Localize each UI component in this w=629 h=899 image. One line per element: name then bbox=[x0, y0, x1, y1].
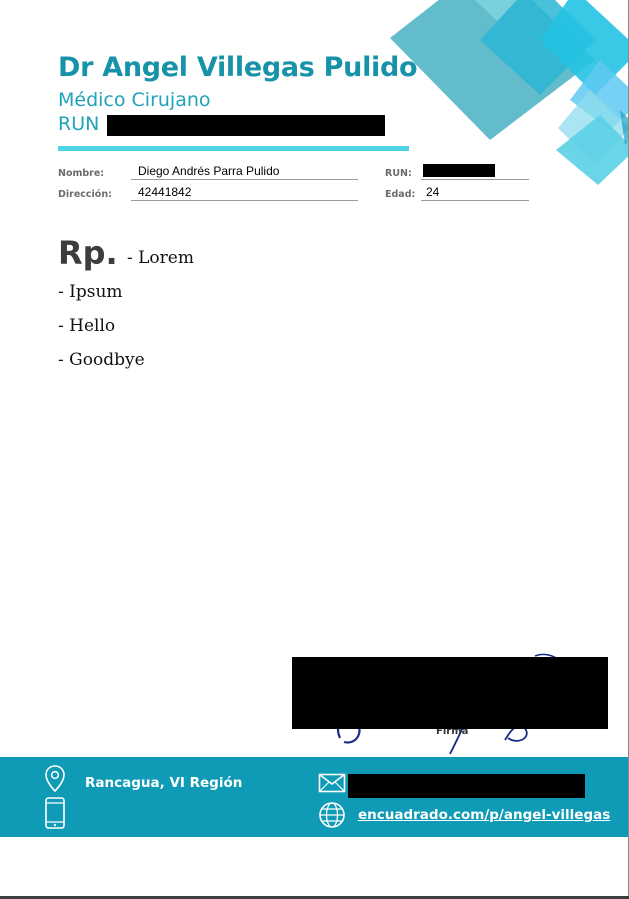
envelope-icon bbox=[318, 773, 346, 793]
patient-address-value: 42441842 bbox=[138, 185, 192, 199]
prescription-page: Dr Angel Villegas Pulido Médico Cirujano… bbox=[0, 0, 629, 899]
rx-item-3: - Hello bbox=[58, 316, 116, 336]
patient-run-label: RUN: bbox=[385, 168, 412, 179]
rx-item-4: - Goodbye bbox=[58, 350, 145, 370]
header-divider bbox=[58, 146, 409, 151]
redacted-email bbox=[348, 774, 585, 798]
redacted-patient-run bbox=[423, 164, 495, 177]
map-pin-icon bbox=[45, 765, 65, 793]
rp-heading: Rp. bbox=[58, 234, 118, 272]
decorative-diamonds bbox=[390, 0, 629, 185]
patient-name-value: Diego Andrés Parra Pulido bbox=[138, 164, 280, 178]
patient-name-label: Nombre: bbox=[58, 168, 105, 179]
footer-website-link[interactable]: encuadrado.com/p/angel-villegas bbox=[358, 807, 610, 823]
redacted-doctor-run bbox=[107, 115, 385, 136]
patient-age-label: Edad: bbox=[385, 189, 416, 200]
doctor-run-label: RUN bbox=[58, 113, 100, 135]
rx-item-1: - Lorem bbox=[127, 248, 194, 268]
mobile-phone-icon bbox=[45, 797, 65, 829]
patient-run-line bbox=[421, 179, 529, 180]
rx-item-2: - Ipsum bbox=[58, 282, 123, 302]
patient-address-line bbox=[131, 200, 358, 201]
patient-name-line bbox=[131, 179, 358, 180]
footer-location: Rancagua, VI Región bbox=[85, 775, 243, 791]
patient-age-line bbox=[421, 200, 529, 201]
patient-address-label: Dirección: bbox=[58, 189, 112, 200]
doctor-name: Dr Angel Villegas Pulido bbox=[58, 52, 418, 83]
globe-icon bbox=[319, 802, 345, 828]
doctor-specialty: Médico Cirujano bbox=[58, 89, 211, 111]
patient-age-value: 24 bbox=[426, 185, 440, 199]
redacted-signature-area bbox=[292, 657, 608, 729]
